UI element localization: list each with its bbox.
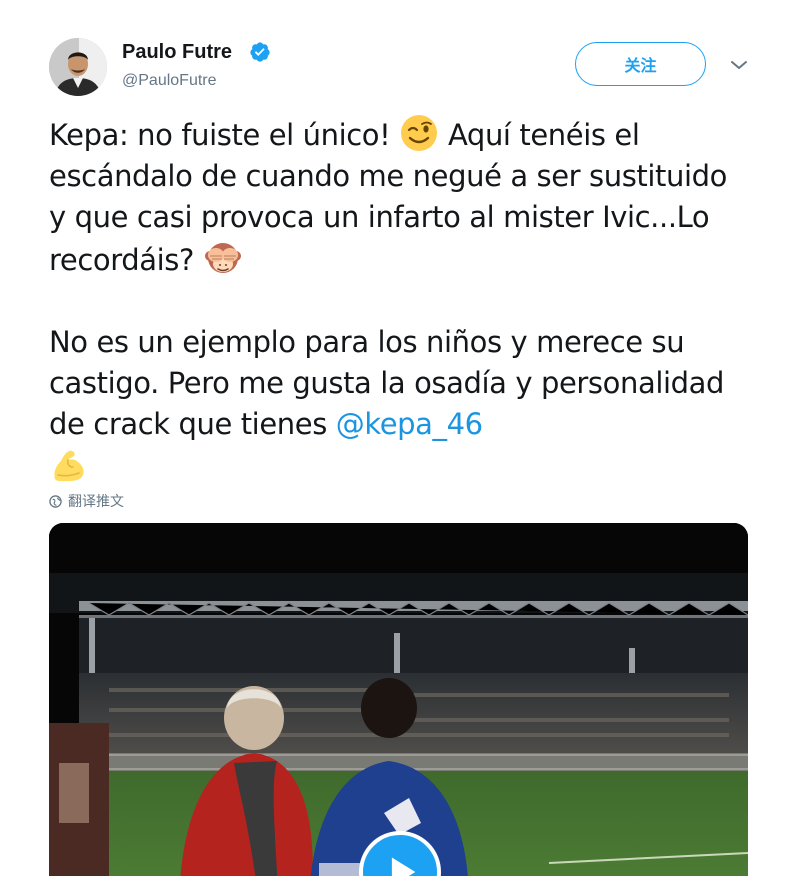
follow-button[interactable]: 关注: [575, 42, 706, 86]
globe-icon: [49, 494, 62, 508]
translate-label: 翻译推文: [68, 494, 124, 510]
author-handle[interactable]: @PauloFutre: [122, 71, 217, 91]
tweet-text: Kepa: no fuiste el único! Aquí tenéis el…: [49, 113, 749, 488]
author-name[interactable]: Paulo Futre: [122, 40, 232, 64]
tweet-paragraph-2: No es un ejemplo para los niños y merece…: [49, 322, 749, 488]
tweet-text-segment: Kepa: no fuiste el único!: [49, 118, 400, 152]
see-no-evil-monkey-emoji: [204, 243, 241, 273]
chevron-down-icon[interactable]: [728, 58, 750, 72]
translate-tweet-link[interactable]: 翻译推文: [49, 491, 124, 511]
tweet-card: Paulo Futre @PauloFutre 关注 Kepa: no fuis…: [0, 0, 785, 876]
verified-badge-icon: [250, 42, 270, 62]
video-player[interactable]: [49, 523, 748, 876]
mention-link[interactable]: @kepa_46: [336, 407, 483, 441]
avatar[interactable]: [49, 38, 107, 96]
avatar-image: [49, 38, 107, 96]
flexed-biceps-emoji: [54, 450, 84, 482]
winking-face-emoji: [401, 115, 438, 151]
video-thumbnail: [49, 523, 748, 876]
tweet-paragraph-1: Kepa: no fuiste el único! Aquí tenéis el…: [49, 113, 749, 281]
